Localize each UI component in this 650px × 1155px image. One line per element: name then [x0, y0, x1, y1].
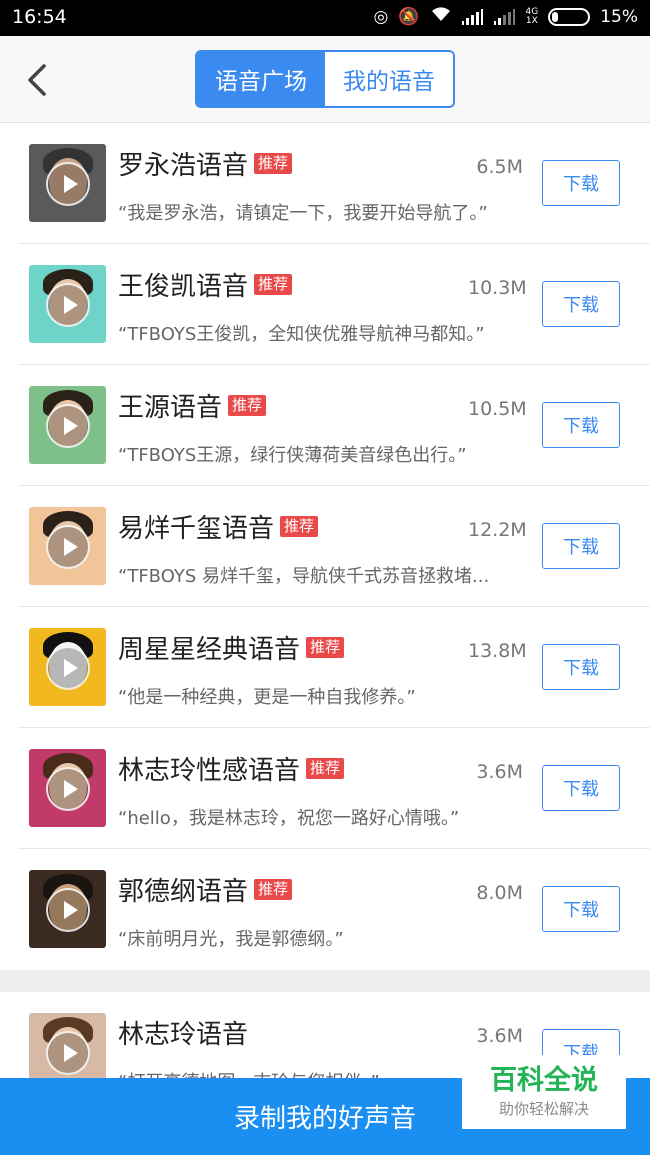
voice-name: 罗永浩语音	[118, 151, 249, 181]
download-button[interactable]: 下载	[542, 402, 620, 448]
file-size: 6.5M	[476, 156, 523, 178]
title-row: 王源语音 推荐	[118, 387, 267, 424]
title-row: 易烊千玺语音 推荐	[118, 508, 319, 545]
download-button[interactable]: 下载	[542, 765, 620, 811]
recommend-badge: 推荐	[280, 516, 319, 537]
recommend-badge: 推荐	[254, 153, 293, 174]
voice-quote: “TFBOYS 易烊千玺，导航侠千式苏音拯救堵...	[118, 566, 490, 587]
voice-name: 周星星经典语音	[118, 635, 301, 665]
play-icon[interactable]	[46, 283, 90, 327]
signal-2-icon	[493, 8, 516, 25]
list-item[interactable]: 罗永浩语音 推荐 6.5M “我是罗永浩，请镇定一下，我要开始导航了。” 下载	[18, 123, 650, 244]
title-row: 郭德纲语音 推荐	[118, 871, 293, 908]
segmented-tabs: 语音广场 我的语音	[195, 50, 455, 108]
play-icon[interactable]	[46, 646, 90, 690]
voice-name: 王源语音	[118, 393, 223, 423]
recommend-badge: 推荐	[306, 758, 345, 779]
chevron-left-icon	[28, 64, 46, 96]
title-row: 林志玲性感语音 推荐	[118, 750, 345, 787]
hotspot-icon: ◎	[373, 6, 389, 27]
avatar[interactable]	[29, 144, 106, 222]
battery-icon	[548, 7, 591, 26]
download-button[interactable]: 下载	[542, 281, 620, 327]
play-icon[interactable]	[46, 525, 90, 569]
avatar[interactable]	[29, 749, 106, 827]
watermark-logo: 百科全说 助你轻松解决	[462, 1055, 626, 1129]
list-item[interactable]: 王俊凯语音 推荐 10.3M “TFBOYS王俊凯，全知侠优雅导航神马都知。” …	[18, 244, 650, 365]
network-type: 4G 1X	[525, 7, 539, 26]
file-size: 10.5M	[468, 398, 527, 420]
voice-name: 郭德纲语音	[118, 877, 249, 907]
download-button[interactable]: 下载	[542, 523, 620, 569]
file-size: 12.2M	[468, 519, 527, 541]
voice-quote: “他是一种经典，更是一种自我修养。”	[118, 687, 416, 708]
voice-name: 林志玲性感语音	[118, 756, 301, 786]
voice-name: 易烊千玺语音	[118, 514, 275, 544]
watermark-subtitle: 助你轻松解决	[498, 1100, 589, 1118]
file-size: 3.6M	[476, 761, 523, 783]
tab-my-voice[interactable]: 我的语音	[325, 52, 453, 106]
back-button[interactable]	[22, 62, 54, 98]
title-row: 王俊凯语音 推荐	[118, 266, 293, 303]
status-time: 16:54	[12, 6, 67, 28]
status-bar: 16:54 ◎ 🔕 4G 1X 15%	[0, 0, 650, 36]
play-icon[interactable]	[46, 767, 90, 811]
list-item[interactable]: 林志玲性感语音 推荐 3.6M “hello，我是林志玲，祝您一路好心情哦。” …	[18, 728, 650, 849]
wifi-icon	[430, 5, 452, 28]
avatar[interactable]	[29, 265, 106, 343]
watermark-title: 百科全说	[490, 1065, 598, 1096]
voice-name: 林志玲语音	[118, 1020, 249, 1050]
list-item[interactable]: 王源语音 推荐 10.5M “TFBOYS王源，绿行侠薄荷美音绿色出行。” 下载	[18, 365, 650, 486]
recommend-badge: 推荐	[228, 395, 267, 416]
play-icon[interactable]	[46, 404, 90, 448]
network-sub-label: 1X	[525, 15, 538, 26]
battery-percent: 15%	[600, 6, 638, 27]
signal-1-icon	[461, 8, 484, 25]
voice-list: 罗永浩语音 推荐 6.5M “我是罗永浩，请镇定一下，我要开始导航了。” 下载 …	[0, 123, 650, 1113]
header: 语音广场 我的语音	[0, 36, 650, 123]
list-item[interactable]: 郭德纲语音 推荐 8.0M “床前明月光，我是郭德纲。” 下载	[18, 849, 650, 970]
title-row: 罗永浩语音 推荐	[118, 145, 293, 182]
avatar[interactable]	[29, 507, 106, 585]
status-icons: ◎ 🔕 4G 1X 15%	[373, 5, 638, 28]
avatar[interactable]	[29, 870, 106, 948]
voice-quote: “TFBOYS王源，绿行侠薄荷美音绿色出行。”	[118, 445, 467, 466]
download-button[interactable]: 下载	[542, 886, 620, 932]
avatar[interactable]	[29, 386, 106, 464]
section-divider	[0, 970, 650, 992]
avatar[interactable]	[29, 628, 106, 706]
file-size: 3.6M	[476, 1025, 523, 1047]
download-button[interactable]: 下载	[542, 160, 620, 206]
voice-quote: “TFBOYS王俊凯，全知侠优雅导航神马都知。”	[118, 324, 485, 345]
play-icon[interactable]	[46, 162, 90, 206]
recommend-badge: 推荐	[254, 879, 293, 900]
file-size: 10.3M	[468, 277, 527, 299]
title-row: 周星星经典语音 推荐	[118, 629, 345, 666]
file-size: 13.8M	[468, 640, 527, 662]
play-icon[interactable]	[46, 1031, 90, 1075]
play-icon[interactable]	[46, 888, 90, 932]
download-button[interactable]: 下载	[542, 644, 620, 690]
mute-icon: 🔕	[398, 6, 420, 27]
voice-quote: “我是罗永浩，请镇定一下，我要开始导航了。”	[118, 203, 488, 224]
voice-quote: “hello，我是林志玲，祝您一路好心情哦。”	[118, 808, 460, 829]
recommend-badge: 推荐	[306, 637, 345, 658]
voice-name: 王俊凯语音	[118, 272, 249, 302]
list-item[interactable]: 周星星经典语音 推荐 13.8M “他是一种经典，更是一种自我修养。” 下载	[18, 607, 650, 728]
tab-voice-square[interactable]: 语音广场	[197, 52, 325, 106]
title-row: 林志玲语音	[118, 1014, 248, 1051]
list-item[interactable]: 易烊千玺语音 推荐 12.2M “TFBOYS 易烊千玺，导航侠千式苏音拯救堵.…	[18, 486, 650, 607]
voice-quote: “床前明月光，我是郭德纲。”	[118, 929, 344, 950]
file-size: 8.0M	[476, 882, 523, 904]
recommend-badge: 推荐	[254, 274, 293, 295]
